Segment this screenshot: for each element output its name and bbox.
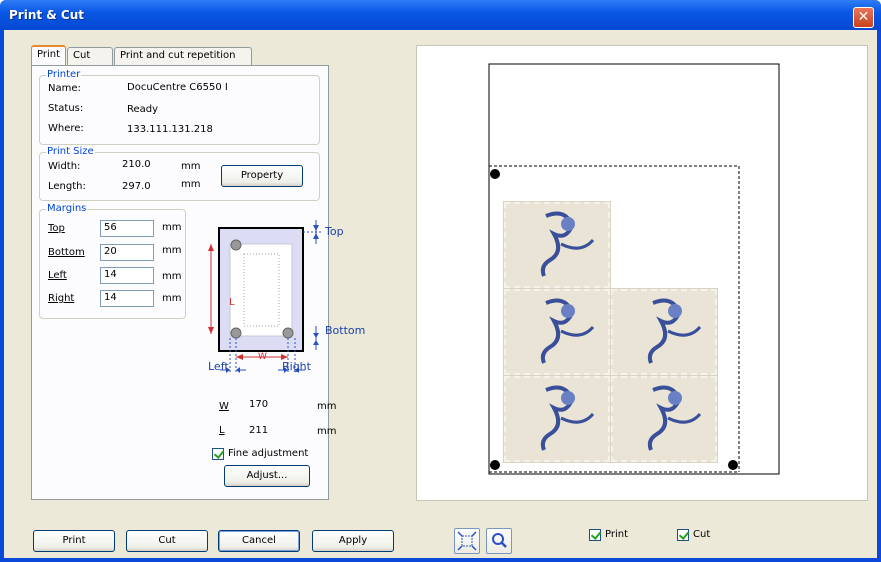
computed-w-label: W <box>219 401 229 412</box>
length-value: 297.0 <box>122 181 151 192</box>
tab-label: Print <box>37 49 61 60</box>
margin-bottom-unit: mm <box>162 245 182 256</box>
stamp-image <box>504 202 610 288</box>
computed-l-value: 211 <box>249 425 269 436</box>
fine-adjustment-checkbox[interactable] <box>212 448 224 460</box>
length-label: Length: <box>48 181 86 192</box>
dialog-body: Print Cut Print and cut repetition Print… <box>4 30 877 558</box>
magnifier-icon <box>492 533 507 548</box>
cancel-button[interactable]: Cancel <box>218 530 300 552</box>
tab-label: Print and cut repetition <box>120 50 236 61</box>
margin-bottom-input[interactable]: 20 <box>100 244 154 261</box>
printer-status-label: Status: <box>48 103 84 114</box>
margin-left-label: Left <box>48 270 67 281</box>
margin-left-input[interactable]: 14 <box>100 267 154 284</box>
printer-where-value: 133.111.131.218 <box>127 124 213 135</box>
print-size-group: Print Size Width: 210.0 mm Length: 297.0… <box>39 146 320 201</box>
diagram-right-label: Right <box>282 360 311 373</box>
margin-right-label: Right <box>48 293 75 304</box>
apply-button[interactable]: Apply <box>312 530 394 552</box>
length-unit: mm <box>181 179 201 190</box>
margin-right-unit: mm <box>162 293 182 304</box>
printer-name-label: Name: <box>48 83 81 94</box>
group-title: Print Size <box>46 146 95 157</box>
preview-cut-checkbox[interactable] <box>677 529 689 541</box>
margin-bottom-label: Bottom <box>48 247 85 258</box>
diagram-l-label: L <box>229 297 235 308</box>
margins-group: Margins Top 56 mm Bottom 20 mm Left 14 m… <box>39 203 186 319</box>
tab-label: Cut <box>73 50 91 61</box>
margin-top-unit: mm <box>162 222 182 233</box>
stamp-image <box>611 376 717 462</box>
close-button[interactable]: ✕ <box>853 7 874 28</box>
tab-cut[interactable]: Cut <box>67 47 113 65</box>
print-tab-panel: Printer Name: DocuCentre C6550 I Status:… <box>31 65 365 500</box>
diagram-left-label: Left <box>208 360 229 373</box>
close-icon: ✕ <box>857 9 870 25</box>
group-title: Printer <box>46 69 82 80</box>
print-button[interactable]: Print <box>33 530 115 552</box>
tab-print-and-cut-repetition[interactable]: Print and cut repetition <box>114 47 252 65</box>
width-value: 210.0 <box>122 159 151 170</box>
width-label: Width: <box>48 161 81 172</box>
width-unit: mm <box>181 161 201 172</box>
preview-print-label: Print <box>605 529 629 540</box>
margin-right-input[interactable]: 14 <box>100 290 154 307</box>
window-title: Print & Cut <box>9 8 85 22</box>
computed-w-unit: mm <box>317 401 337 412</box>
printer-name-value: DocuCentre C6550 I <box>127 82 228 93</box>
fit-page-icon <box>457 531 477 551</box>
printer-status-value: Ready <box>127 104 159 115</box>
property-button[interactable]: Property <box>221 165 303 187</box>
tab-print[interactable]: Print <box>31 45 66 66</box>
margin-top-label: Top <box>48 223 65 234</box>
fine-adjustment-label: Fine adjustment <box>228 448 309 459</box>
title-bar[interactable]: Print & Cut ✕ <box>0 0 881 30</box>
printer-group: Printer Name: DocuCentre C6550 I Status:… <box>39 69 320 145</box>
adjust-button[interactable]: Adjust... <box>224 465 310 487</box>
print-cut-window: Print & Cut ✕ Print Cut Print and cut re… <box>0 0 881 562</box>
stamp-image <box>504 376 610 462</box>
preview-panel <box>416 45 868 501</box>
printer-where-label: Where: <box>48 123 84 134</box>
stamp-image <box>611 289 717 375</box>
group-title: Margins <box>46 203 88 214</box>
preview-cut-label: Cut <box>693 529 711 540</box>
margin-top-input[interactable]: 56 <box>100 220 154 237</box>
margin-left-unit: mm <box>162 271 182 282</box>
diagram-bottom-label: Bottom <box>325 324 366 337</box>
fit-page-button[interactable] <box>454 528 480 554</box>
computed-l-unit: mm <box>317 426 337 437</box>
computed-l-label: L <box>219 425 225 436</box>
stamp-image <box>504 289 610 375</box>
diagram-w-label: W <box>258 352 267 362</box>
zoom-button[interactable] <box>486 528 512 554</box>
preview-print-checkbox[interactable] <box>589 529 601 541</box>
diagram-top-label: Top <box>325 225 344 238</box>
computed-w-value: 170 <box>249 399 269 410</box>
cut-button[interactable]: Cut <box>126 530 208 552</box>
